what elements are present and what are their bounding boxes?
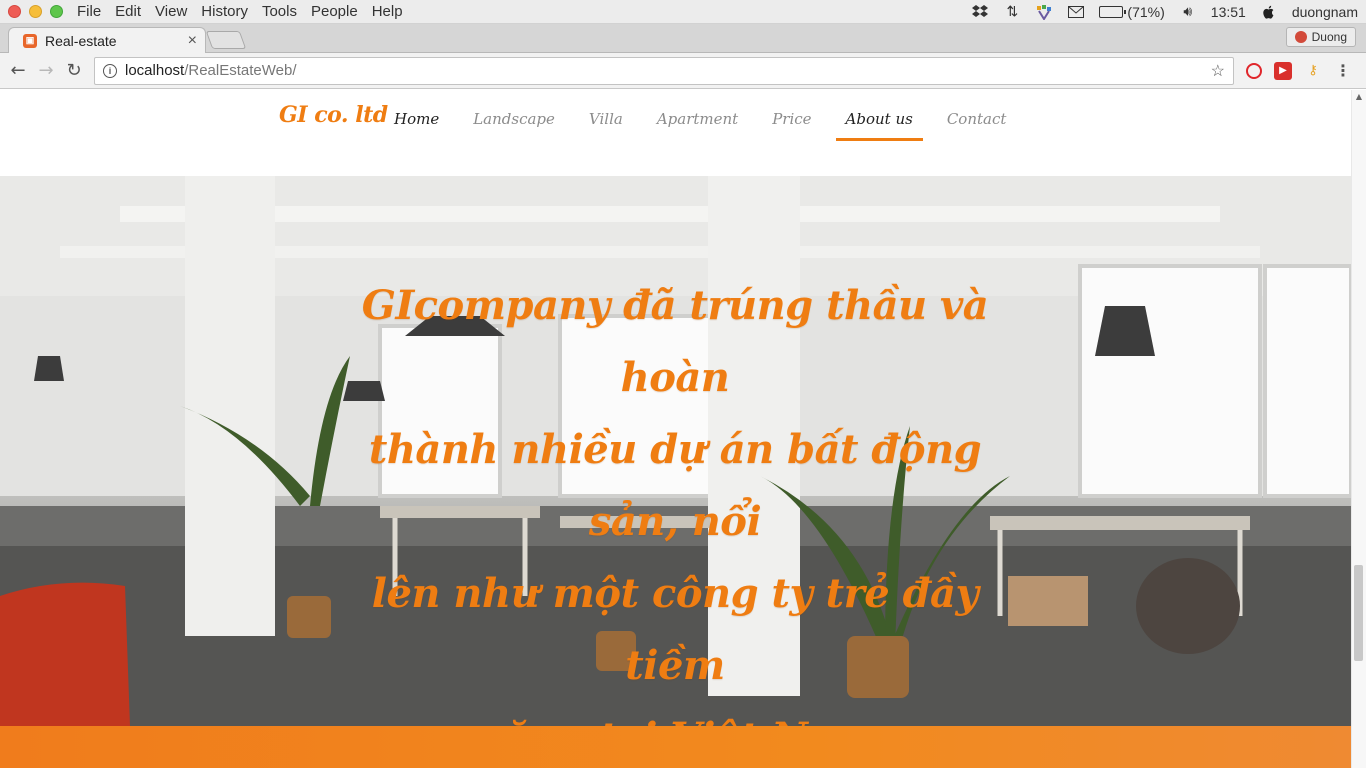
nav-landscape[interactable]: Landscape — [473, 110, 555, 138]
page-scrollbar[interactable]: ▲ — [1351, 90, 1366, 768]
new-tab-button[interactable] — [205, 31, 247, 49]
minimize-window-button[interactable] — [29, 5, 42, 18]
hero-line: GIcompany đã trúng thầu và hoàn — [361, 282, 989, 401]
forward-button[interactable]: → — [32, 57, 60, 85]
hero-line: năng tại Việt Nam — [330, 702, 1020, 726]
tab-close-icon[interactable]: × — [188, 32, 197, 50]
menu-view[interactable]: View — [155, 3, 187, 20]
tab-title: Real-estate — [45, 32, 117, 49]
extensions-area: ▶ ⚷ ⋮ — [1246, 61, 1352, 80]
user-name[interactable]: duongnam — [1292, 4, 1358, 20]
site-brand-logo[interactable]: GI co. ltd — [279, 102, 388, 128]
nav-villa[interactable]: Villa — [589, 110, 623, 138]
site-nav: Home Landscape Villa Apartment Price Abo… — [394, 110, 1007, 141]
site-favicon-icon: ▣ — [23, 33, 37, 48]
maximize-window-button[interactable] — [50, 5, 63, 18]
battery-indicator[interactable]: (71%) — [1099, 3, 1165, 20]
profile-button[interactable]: Duong — [1285, 27, 1356, 47]
page-viewport: GI co. ltd Home Landscape Villa Apartmen… — [0, 90, 1366, 768]
window-controls — [8, 5, 63, 18]
url-host: localhost — [125, 62, 185, 79]
nav-apartment[interactable]: Apartment — [657, 110, 738, 138]
battery-icon — [1099, 5, 1127, 18]
apple-icon[interactable] — [1260, 4, 1278, 20]
tab-real-estate[interactable]: ▣ Real-estate × — [8, 27, 206, 53]
menu-people[interactable]: People — [311, 3, 358, 20]
close-window-button[interactable] — [8, 5, 21, 18]
nav-about-us[interactable]: About us — [835, 110, 924, 141]
nav-price[interactable]: Price — [772, 110, 811, 138]
mail-icon[interactable] — [1067, 4, 1085, 20]
os-menu-bar: File Edit View History Tools People Help… — [0, 0, 1366, 24]
back-button[interactable]: ← — [4, 57, 32, 85]
dropbox-icon[interactable] — [971, 4, 989, 20]
tab-strip: ▣ Real-estate × Duong — [0, 24, 1366, 53]
hero-line: lên như một công ty trẻ đầy tiềm — [371, 570, 979, 689]
profile-avatar-icon — [1294, 31, 1307, 43]
orange-section-band — [0, 726, 1351, 768]
menu-edit[interactable]: Edit — [115, 3, 141, 20]
clock[interactable]: 13:51 — [1211, 4, 1246, 20]
hero-line: thành nhiều dự án bất động sản, nổi — [368, 426, 982, 545]
reload-button[interactable]: ↻ — [60, 57, 88, 85]
scroll-up-icon[interactable]: ▲ — [1356, 92, 1362, 101]
opera-extension-icon[interactable] — [1246, 62, 1262, 79]
network-arrows-icon[interactable]: ⇅ — [1003, 3, 1021, 20]
menu-history[interactable]: History — [201, 3, 248, 20]
scrollbar-thumb[interactable] — [1354, 565, 1363, 661]
system-tray: ⇅ (71%) 🔊︎ 13:51 duongnam — [971, 3, 1358, 20]
nav-contact[interactable]: Contact — [947, 110, 1007, 138]
record-extension-icon[interactable]: ▶ — [1274, 61, 1292, 80]
browser-menu-icon[interactable]: ⋮ — [1334, 61, 1352, 80]
url-path: /RealEstateWeb/ — [184, 62, 297, 79]
menu-help[interactable]: Help — [372, 3, 403, 20]
menu-tools[interactable]: Tools — [262, 3, 297, 20]
app-menu: File Edit View History Tools People Help — [77, 3, 403, 20]
hero-banner: GIcompany đã trúng thầu và hoàn thành nh… — [0, 176, 1351, 726]
browser-toolbar: ← → ↻ i localhost/RealEstateWeb/ ☆ ▶ ⚷ ⋮ — [0, 53, 1366, 89]
volume-icon[interactable]: 🔊︎ — [1179, 3, 1197, 20]
nav-home[interactable]: Home — [394, 110, 439, 138]
profile-name: Duong — [1311, 30, 1347, 44]
site-info-icon[interactable]: i — [103, 63, 117, 78]
hero-headline: GIcompany đã trúng thầu và hoàn thành nh… — [330, 270, 1020, 726]
battery-percent: (71%) — [1127, 3, 1165, 20]
menu-file[interactable]: File — [77, 3, 101, 20]
vm-icon[interactable] — [1035, 4, 1053, 20]
address-bar[interactable]: i localhost/RealEstateWeb/ ☆ — [94, 56, 1234, 85]
site-header: GI co. ltd Home Landscape Villa Apartmen… — [0, 90, 1351, 176]
key-extension-icon[interactable]: ⚷ — [1304, 62, 1322, 80]
bookmark-star-icon[interactable]: ☆ — [1211, 61, 1225, 81]
